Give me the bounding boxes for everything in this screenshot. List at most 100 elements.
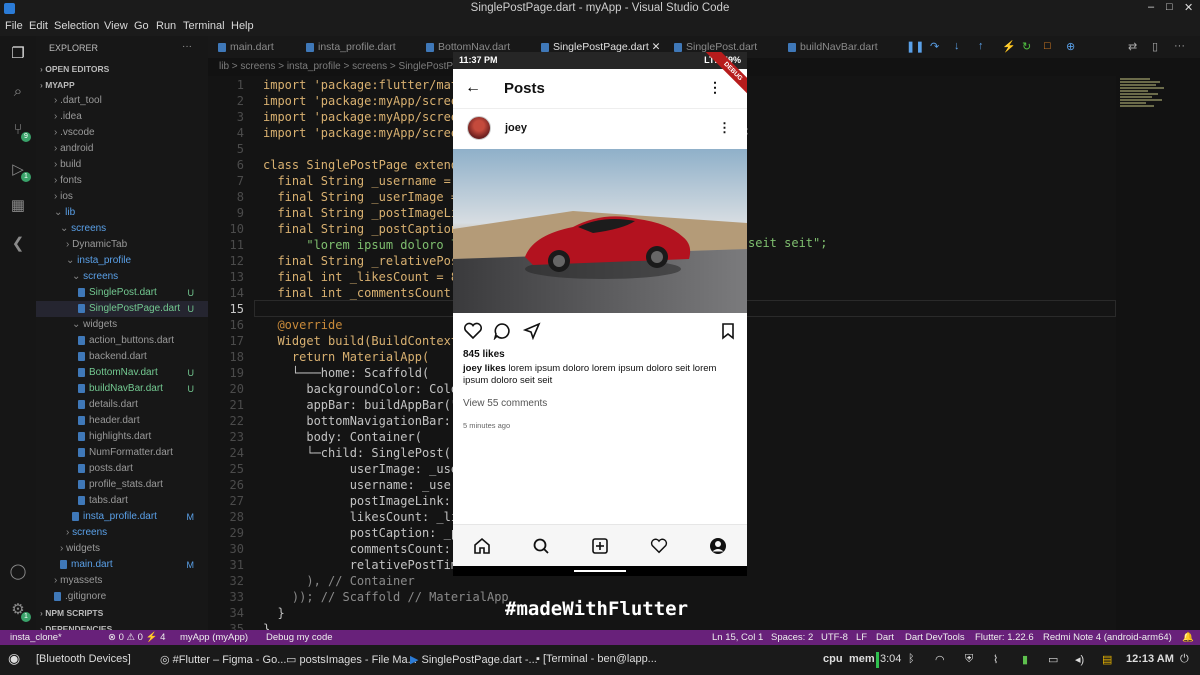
flutter-version[interactable]: Flutter: 1.22.6 <box>975 632 1034 643</box>
tab-insta-profile[interactable]: insta_profile.dart <box>306 41 396 53</box>
debug-config[interactable]: Debug my code <box>266 632 333 643</box>
power-icon[interactable]: ⏻ <box>1180 653 1189 666</box>
activity-heart-icon[interactable] <box>650 537 668 555</box>
heart-icon[interactable] <box>463 322 483 340</box>
tree-folder[interactable]: › build <box>36 157 208 173</box>
tree-file[interactable]: NumFormatter.dart <box>36 445 208 461</box>
task-terminal[interactable]: ▪ [Terminal - ben@lapp... <box>536 653 657 665</box>
encoding[interactable]: UTF-8 <box>821 632 848 643</box>
more-vert-icon[interactable]: ⋮ <box>708 79 722 96</box>
stop-icon[interactable]: □ <box>1044 40 1051 52</box>
bluetooth-icon[interactable]: ᛒ <box>908 653 915 665</box>
tree-folder[interactable]: › screens <box>36 525 208 541</box>
more-actions-icon[interactable]: ··· <box>182 41 192 52</box>
line-ending[interactable]: LF <box>856 632 867 643</box>
tree-folder[interactable]: › myassets <box>36 573 208 589</box>
home-icon[interactable] <box>473 537 491 555</box>
cursor-position[interactable]: Ln 15, Col 1 <box>712 632 763 643</box>
shield-icon[interactable]: ⛨ <box>965 653 973 666</box>
tree-file[interactable]: highlights.dart <box>36 429 208 445</box>
search-nav-icon[interactable] <box>532 537 550 555</box>
tree-file[interactable]: main.dart M <box>36 557 208 573</box>
tree-file[interactable]: posts.dart <box>36 461 208 477</box>
task-files[interactable]: ▭ postsImages - File Ma... <box>286 653 417 666</box>
problems-count[interactable]: ⊗ 0 ⚠ 0 ⚡ 4 <box>108 632 165 643</box>
search-icon[interactable]: ⌕ <box>8 82 28 102</box>
device-selector[interactable]: Redmi Note 4 (android-arm64) <box>1043 632 1172 643</box>
git-branch[interactable]: insta_clone* <box>10 632 62 643</box>
caption-user[interactable]: joey likes <box>463 363 506 374</box>
menu-terminal[interactable]: Terminal <box>183 20 225 32</box>
compare-icon[interactable]: ⇄ <box>1128 40 1137 53</box>
sidebar-section[interactable]: › MYAPP <box>36 77 208 93</box>
tree-file[interactable]: insta_profile.dart M <box>36 509 208 525</box>
menu-go[interactable]: Go <box>134 20 149 32</box>
paperclip-icon[interactable]: ⌇ <box>993 653 998 666</box>
more-icon[interactable]: ··· <box>1174 40 1185 52</box>
tree-folder[interactable]: ⌄ screens <box>36 269 208 285</box>
tree-file[interactable]: header.dart <box>36 413 208 429</box>
app-menu-icon[interactable]: ◉ <box>8 650 20 667</box>
hot-reload-icon[interactable]: ⚡ <box>1002 40 1016 53</box>
tree-file[interactable]: BottomNav.dart U <box>36 365 208 381</box>
run-debug-icon[interactable]: ▷ 1 <box>8 160 31 182</box>
tree-folder[interactable]: › .dart_tool <box>36 93 208 109</box>
pause-icon[interactable]: ❚❚ <box>906 40 924 53</box>
tree-folder[interactable]: ⌄ screens <box>36 221 208 237</box>
tab-main-dart[interactable]: main.dart <box>218 41 274 53</box>
tree-file[interactable]: details.dart <box>36 397 208 413</box>
maximize-icon[interactable]: □ <box>1166 1 1173 13</box>
battery-icon[interactable]: ▮ <box>1022 653 1028 666</box>
wifi-icon[interactable]: ◠ <box>935 653 945 666</box>
menu-selection[interactable]: Selection <box>54 20 99 32</box>
tree-file[interactable]: backend.dart <box>36 349 208 365</box>
tree-folder[interactable]: ⌄ widgets <box>36 317 208 333</box>
task-figma[interactable]: ◎ #Flutter – Figma - Go... <box>160 653 286 666</box>
step-into-icon[interactable]: ↓ <box>954 40 960 52</box>
tree-folder[interactable]: › android <box>36 141 208 157</box>
avatar[interactable] <box>467 116 491 140</box>
tree-folder[interactable]: › .idea <box>36 109 208 125</box>
back-arrow-icon[interactable]: ← <box>465 79 481 97</box>
menu-edit[interactable]: Edit <box>29 20 48 32</box>
add-post-icon[interactable] <box>591 537 609 555</box>
home-indicator[interactable] <box>574 570 626 572</box>
sidebar-section[interactable]: › OPEN EDITORS <box>36 61 208 77</box>
notifications-icon[interactable]: 🔔 <box>1182 632 1194 643</box>
flutter-icon[interactable]: ❮ <box>8 234 28 254</box>
step-out-icon[interactable]: ↑ <box>978 40 984 52</box>
view-comments-link[interactable]: View 55 comments <box>463 398 547 409</box>
task-bluetooth[interactable]: [Bluetooth Devices] <box>36 653 131 665</box>
tree-file[interactable]: SinglePostPage.dart U <box>36 301 208 317</box>
tree-folder[interactable]: ⌄ insta_profile <box>36 253 208 269</box>
notes-icon[interactable]: ▤ <box>1102 653 1112 666</box>
display-icon[interactable]: ▭ <box>1048 653 1058 666</box>
comment-icon[interactable] <box>493 322 511 340</box>
sidebar-section[interactable]: › NPM SCRIPTS <box>36 605 208 621</box>
settings-gear-icon[interactable]: ⚙ 1 <box>8 600 31 622</box>
account-icon[interactable]: ◯ <box>8 562 28 582</box>
source-control-icon[interactable]: ⑂ 9 <box>8 120 31 142</box>
post-image[interactable] <box>453 149 747 313</box>
tree-folder[interactable]: › DynamicTab <box>36 237 208 253</box>
tree-file[interactable]: .gitignore <box>36 589 208 605</box>
tree-folder[interactable]: ⌄ lib <box>36 205 208 221</box>
post-username[interactable]: joey <box>505 122 527 134</box>
inspect-icon[interactable]: ⊕ <box>1066 40 1075 53</box>
debug-target[interactable]: myApp (myApp) <box>180 632 248 643</box>
tree-folder[interactable]: › ios <box>36 189 208 205</box>
indentation[interactable]: Spaces: 2 <box>771 632 813 643</box>
explorer-icon[interactable]: ❐ <box>8 44 28 64</box>
post-more-icon[interactable]: ⋮ <box>718 120 731 136</box>
menu-run[interactable]: Run <box>156 20 176 32</box>
dart-devtools[interactable]: Dart DevTools <box>905 632 965 643</box>
tree-folder[interactable]: › widgets <box>36 541 208 557</box>
bookmark-icon[interactable] <box>721 322 735 340</box>
split-editor-icon[interactable]: ▯ <box>1152 40 1158 53</box>
tree-file[interactable]: buildNavBar.dart U <box>36 381 208 397</box>
tree-file[interactable]: tabs.dart <box>36 493 208 509</box>
tree-file[interactable]: action_buttons.dart <box>36 333 208 349</box>
tree-file[interactable]: SinglePost.dart U <box>36 285 208 301</box>
share-icon[interactable] <box>523 322 541 340</box>
tree-folder[interactable]: › fonts <box>36 173 208 189</box>
